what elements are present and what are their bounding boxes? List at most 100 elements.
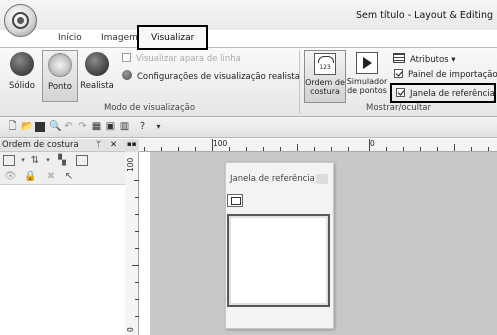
open-folder-icon[interactable]: 📂 [21,121,33,132]
view-mode-group-label: Modo de visualização [103,103,196,113]
ruler-tick [386,147,387,151]
realistic-label: Realista [80,81,114,91]
app-logo-icon [12,12,29,29]
reference-window-title: Janela de referência [230,174,315,184]
help-icon[interactable]: ? [137,121,148,132]
layout-icon[interactable]: ▥ [119,121,130,132]
ruler-tick [348,147,349,151]
simulator-label-1: Simulador [346,77,388,86]
redo-icon[interactable]: ↷ [77,121,88,132]
thread-trim-preview-option[interactable]: Visualizar apara de linha [122,53,241,64]
canvas-margin [139,152,150,335]
ruler-tick [178,147,179,151]
ruler-tick [212,139,213,151]
ruler-tick [132,265,139,266]
realistic-settings-label: Configurações de visualização realista [137,72,300,82]
ruler-tick [369,139,370,151]
ruler-tick [229,147,230,151]
show-hide-group-label: Mostrar/ocultar [365,103,432,113]
window-title: Sem título - Layout & Editing [355,10,493,21]
attributes-label: Atributos ▾ [410,55,456,65]
group-icon[interactable]: ▚ [56,155,68,166]
import-panel-option[interactable]: Painel de importação [394,69,497,80]
solid-circle-icon [10,52,34,76]
sewing-order-button[interactable]: 123 Ordem de costura [304,50,346,103]
solid-label: Sólido [9,81,35,91]
solid-view-button[interactable]: Sólido [3,52,41,91]
grid-icon[interactable]: ▦ [91,121,102,132]
quick-access-toolbar [0,117,497,138]
save-icon[interactable] [35,122,45,132]
pane-toolbar-bottom: 👁 🔒 ✖ ↖ [0,169,125,185]
ruler-tick [488,147,489,151]
stitch-label: Ponto [48,82,72,92]
ruler-tick [403,147,404,151]
sewing-order-pane-header: Ordem de costura ᛘ ✕ [0,139,125,152]
reference-preview-area[interactable] [227,214,330,307]
ruler-tick [144,147,145,151]
pin-icon[interactable]: ᛘ [96,139,101,152]
pointer-icon[interactable]: ↖ [63,171,75,182]
realistic-circle-icon [85,52,109,76]
simulator-label-2: de pontos [347,86,387,95]
ruler-tick [246,147,247,151]
ruler-tick [161,147,162,151]
application-button[interactable] [4,4,37,37]
delete-icon[interactable]: ✖ [45,171,57,182]
close-icon[interactable]: ✕ [110,139,117,152]
pane-toolbar-top: ▾ ⇅ ▾ ▚ [0,152,125,169]
chevron-down-icon[interactable]: ▾ [42,155,54,166]
ruler-tick [437,147,438,151]
sewing-order-icon-text: 123 [319,64,331,71]
eye-icon[interactable]: 👁 [4,171,17,182]
reference-window-option[interactable]: Janela de referência [396,88,495,99]
stitch-simulator-button[interactable]: Simulador de pontos [346,50,388,103]
stitch-view-button[interactable]: Ponto [42,50,78,102]
tab-visualizar[interactable]: Visualizar [137,25,209,50]
thread-trim-checkbox[interactable] [122,53,131,62]
sewing-order-icon: 123 [314,53,336,75]
view-options-icon[interactable] [3,155,15,166]
ruler-unit-icon: ▪▪ [127,140,137,148]
zoom-icon[interactable]: 🔍 [49,121,61,132]
chevron-down-icon[interactable]: ▾ [17,155,29,166]
undo-icon[interactable]: ↶ [63,121,74,132]
sewing-order-label-2: costura [310,87,340,96]
ruler-label: 100 [213,139,228,148]
realistic-settings-icon [122,70,132,80]
reference-window-close-button[interactable] [316,174,328,184]
reference-window-checkbox[interactable] [396,88,405,97]
attributes-dropdown[interactable]: Atributos ▾ [393,53,456,65]
realistic-view-button[interactable]: Realista [79,52,115,91]
sewing-order-list[interactable] [0,185,125,335]
realistic-settings-option[interactable]: Configurações de visualização realista [122,70,300,82]
lock-icon[interactable]: 🔒 [24,171,36,182]
play-icon [356,52,378,74]
thread-trim-label: Visualizar apara de linha [136,54,241,64]
pane-title: Ordem de costura [2,140,79,150]
ruler-tick [471,147,472,151]
ruler-tick [420,147,421,151]
horizontal-ruler: 100 0 [139,139,497,152]
ruler-tick [314,147,315,151]
ruler-label: 100 [126,157,135,172]
tab-inicio[interactable]: Início [48,30,92,47]
frame-icon[interactable] [76,155,88,166]
attributes-icon [393,53,405,63]
ruler-tick [454,144,455,151]
ruler-tick [263,147,264,151]
ruler-label: 0 [370,139,375,148]
customize-dropdown-icon[interactable]: ▾ [153,121,164,132]
sort-icon[interactable]: ⇅ [29,155,41,166]
ruler-tick [280,147,281,151]
ruler-label: 0 [126,327,135,332]
vertical-ruler: 100 0 [125,152,139,335]
ruler-tick [297,144,298,151]
new-file-icon[interactable]: 🗋 [7,121,18,132]
import-panel-label: Painel de importação [408,70,497,80]
ruler-tick [331,147,332,151]
import-panel-checkbox[interactable] [394,69,403,78]
sewing-order-label-1: Ordem de [305,78,345,87]
window-icon[interactable]: ▣ [105,121,116,132]
zoom-fit-icon[interactable] [227,194,243,207]
